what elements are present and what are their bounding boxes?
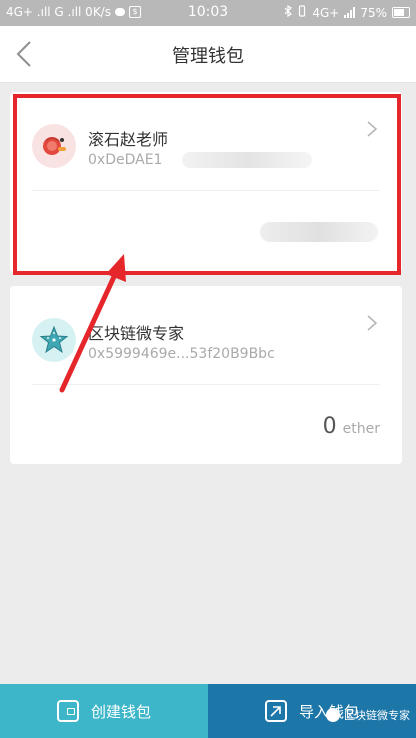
bluetooth-icon: [284, 4, 293, 20]
vibrate-icon: [297, 5, 307, 20]
watermark-text: 区块链微专家: [344, 709, 410, 722]
create-wallet-button[interactable]: 创建钱包: [0, 684, 208, 738]
create-wallet-label: 创建钱包: [90, 702, 151, 721]
wallet-icon: [56, 700, 79, 722]
chevron-right-icon: [366, 314, 378, 332]
battery-icon: [392, 7, 410, 18]
network-label: 4G+: [312, 5, 340, 20]
balance-value: 0: [322, 414, 337, 439]
wechat-icon: [326, 708, 340, 722]
status-bar: 4G+ .ıll G .ıll 0K/s $ 10:03 4G+ 75%: [0, 0, 416, 26]
page-header: 管理钱包: [0, 26, 416, 83]
page-title: 管理钱包: [172, 46, 244, 67]
watermark: 区块链微专家: [326, 707, 410, 723]
status-right: 4G+ 75%: [284, 4, 410, 20]
battery-percent: 75%: [360, 5, 387, 20]
signal-icon: [344, 7, 356, 18]
wallet-balance: 0 ether: [323, 414, 380, 439]
import-icon: [264, 700, 287, 722]
balance-unit: ether: [342, 421, 380, 437]
annotation-arrow-icon: [59, 254, 126, 393]
highlight-box: [13, 94, 401, 275]
